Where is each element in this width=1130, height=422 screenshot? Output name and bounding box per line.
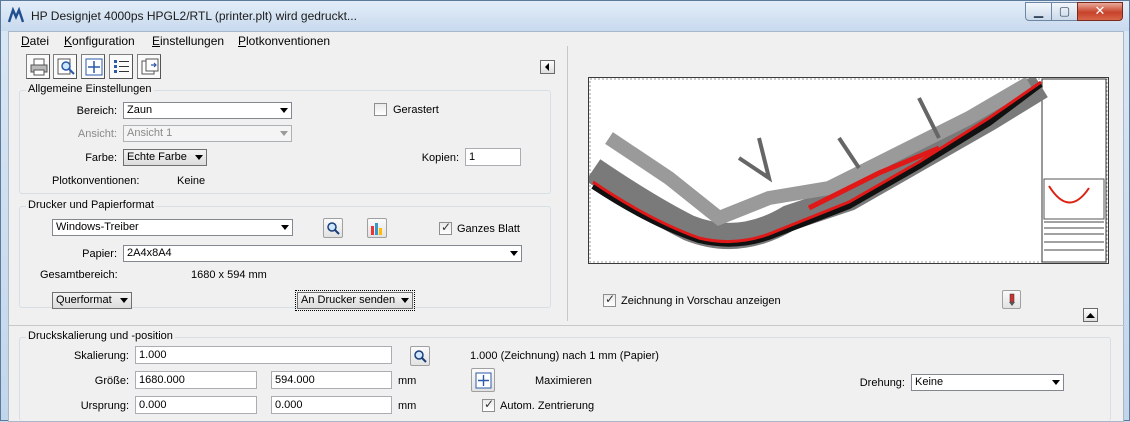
minimize-icon: ▁ [1033, 4, 1044, 18]
gerastert-checkbox[interactable] [374, 103, 387, 116]
printer-properties-button[interactable] [367, 218, 387, 238]
chevron-down-icon [195, 155, 203, 160]
plot-preview[interactable] [585, 74, 1109, 264]
bereich-select[interactable]: Zaun [123, 102, 292, 119]
chevron-down-icon [280, 108, 288, 113]
collapse-scaling-button[interactable] [1083, 308, 1098, 322]
preview-pen-button[interactable] [1002, 290, 1021, 309]
papier-select[interactable]: 2A4x8A4 [123, 245, 522, 262]
vertical-separator [567, 46, 568, 321]
window-title: HP Designjet 4000ps HPGL2/RTL (printer.p… [31, 9, 357, 23]
maximieren-label: Maximieren [535, 375, 592, 387]
drehung-label: Drehung: [859, 377, 905, 389]
menu-datei[interactable]: Datei [21, 34, 49, 48]
chevron-down-icon [280, 131, 288, 136]
groesse-unit: mm [398, 375, 417, 387]
color-bars-icon [371, 223, 382, 235]
printer-paper-title: Drucker und Papierformat [26, 199, 156, 211]
triangle-up-icon [1086, 313, 1095, 318]
dialog-client: Datei Konfiguration Einstellungen Plotko… [8, 31, 1125, 422]
fit-icon [85, 58, 103, 76]
list-button[interactable] [109, 54, 133, 79]
list-icon [114, 60, 129, 73]
fit-button[interactable] [81, 54, 105, 79]
title-bar[interactable]: HP Designjet 4000ps HPGL2/RTL (printer.p… [1, 1, 1129, 31]
ganzes-blatt-checkbox[interactable]: ✓ [439, 220, 452, 235]
groesse-y-input[interactable]: 594.000 [271, 371, 392, 389]
plot-app-icon [7, 7, 25, 23]
menu-bar: Datei Konfiguration Einstellungen Plotko… [9, 32, 1123, 50]
show-preview-label: Zeichnung in Vorschau anzeigen [621, 295, 781, 307]
minimize-button[interactable]: ▁ [1025, 2, 1052, 21]
window-controls: ▁ ▢ ✕ [1025, 2, 1123, 21]
scale-info: 1.000 (Zeichnung) nach 1 mm (Papier) [470, 350, 659, 362]
ursprung-x-input[interactable]: 0.000 [135, 396, 257, 414]
kopien-input[interactable]: 1 [465, 148, 521, 166]
ganzes-blatt-label: Ganzes Blatt [457, 223, 520, 235]
ursprung-label: Ursprung: [80, 400, 129, 412]
pen-icon [1009, 293, 1015, 306]
plotkonventionen-value: Keine [177, 175, 206, 187]
chevron-down-icon [1052, 380, 1060, 385]
drehung-select[interactable]: Keine [911, 374, 1064, 391]
print-button[interactable] [26, 54, 50, 79]
plotkonventionen-label: Plotkonventionen: [52, 175, 140, 187]
auto-centering-label: Autom. Zentrierung [500, 400, 595, 412]
chevron-down-icon [281, 225, 289, 230]
ansicht-label: Ansicht: [77, 128, 117, 140]
chevron-down-icon [510, 251, 518, 256]
print-dialog-window: HP Designjet 4000ps HPGL2/RTL (printer.p… [0, 0, 1130, 422]
checkmark-icon: ✓ [441, 220, 452, 234]
kopien-label: Kopien: [421, 152, 459, 164]
preview-icon [57, 58, 75, 75]
fit-icon [475, 372, 492, 389]
menu-plotkonventionen[interactable]: Plotkonventionen [238, 34, 330, 48]
magnifier-icon [327, 222, 340, 235]
horizontal-separator [9, 325, 1125, 326]
scale-search-button[interactable] [410, 346, 430, 366]
checkmark-icon: ✓ [484, 397, 495, 411]
general-settings-title: Allgemeine Einstellungen [26, 83, 154, 95]
farbe-select[interactable]: Echte Farbe [123, 149, 207, 166]
preview-button[interactable] [53, 54, 77, 79]
collapse-preview-button[interactable] [540, 60, 555, 74]
skalierung-label: Skalierung: [73, 350, 129, 362]
gesamtbereich-value: 1680 x 594 mm [191, 269, 267, 281]
menu-konfiguration[interactable]: Konfiguration [64, 34, 135, 48]
close-icon: ✕ [1094, 3, 1106, 18]
export-icon [141, 58, 159, 75]
skalierung-input[interactable]: 1.000 [135, 346, 392, 364]
chevron-down-icon [120, 298, 128, 303]
maximize-plot-button[interactable] [471, 368, 495, 392]
bereich-label: Bereich: [76, 105, 117, 117]
printer-icon [30, 58, 48, 76]
auto-centering-checkbox[interactable]: ✓ [482, 397, 495, 412]
checkmark-icon: ✓ [605, 292, 616, 306]
drawing-preview-image [585, 74, 1108, 263]
farbe-label: Farbe: [85, 152, 117, 164]
ursprung-unit: mm [398, 400, 417, 412]
maximize-button[interactable]: ▢ [1051, 2, 1078, 21]
scaling-title: Druckskalierung und -position [26, 330, 175, 342]
driver-select[interactable]: Windows-Treiber [52, 219, 293, 236]
ursprung-y-input[interactable]: 0.000 [271, 396, 392, 414]
menu-einstellungen[interactable]: Einstellungen [152, 34, 224, 48]
export-button[interactable] [137, 54, 161, 79]
gerastert-label: Gerastert [393, 104, 439, 116]
close-button[interactable]: ✕ [1077, 2, 1123, 21]
magnifier-icon [414, 350, 427, 363]
chevron-down-icon [401, 298, 409, 303]
papier-label: Papier: [82, 248, 117, 260]
show-preview-checkbox[interactable]: ✓ [603, 292, 616, 307]
maximize-icon: ▢ [1058, 4, 1071, 18]
groesse-label: Größe: [94, 375, 129, 387]
send-target-select[interactable]: An Drucker senden [297, 292, 413, 309]
gesamtbereich-label: Gesamtbereich: [40, 269, 118, 281]
orientation-select[interactable]: Querformat [52, 292, 132, 309]
triangle-left-icon [545, 63, 549, 71]
ansicht-select[interactable]: Ansicht 1 [123, 125, 292, 142]
printer-search-button[interactable] [323, 218, 343, 238]
groesse-x-input[interactable]: 1680.000 [135, 371, 257, 389]
